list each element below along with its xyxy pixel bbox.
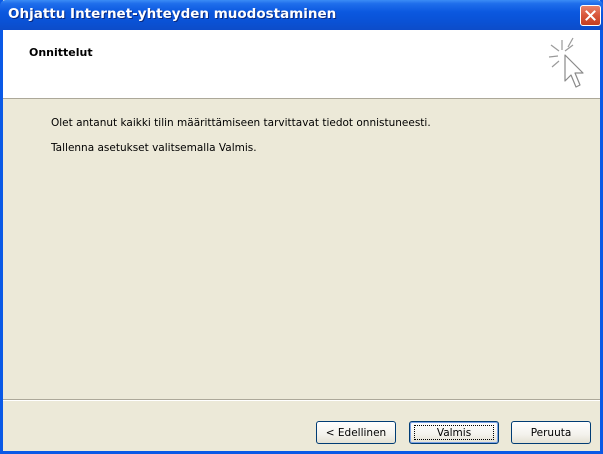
wizard-window: Ohjattu Internet-yhteyden muodostaminen … — [0, 0, 603, 454]
wizard-header: Onnittelut — [3, 30, 600, 99]
title-bar[interactable]: Ohjattu Internet-yhteyden muodostaminen — [0, 0, 603, 30]
close-button[interactable] — [580, 5, 601, 26]
focus-rectangle — [414, 425, 494, 440]
wizard-cursor-sparkle-icon — [548, 37, 584, 88]
finish-button[interactable]: Valmis — [409, 421, 499, 444]
success-message: Olet antanut kaikki tilin määrittämiseen… — [51, 117, 431, 129]
cancel-button[interactable]: Peruuta — [511, 421, 591, 444]
window-title: Ohjattu Internet-yhteyden muodostaminen — [8, 6, 337, 22]
instruction-message: Tallenna asetukset valitsemalla Valmis. — [51, 142, 257, 154]
back-button[interactable]: < Edellinen — [316, 421, 396, 444]
page-title: Onnittelut — [29, 46, 93, 59]
close-icon — [585, 10, 596, 21]
button-separator — [3, 399, 600, 401]
